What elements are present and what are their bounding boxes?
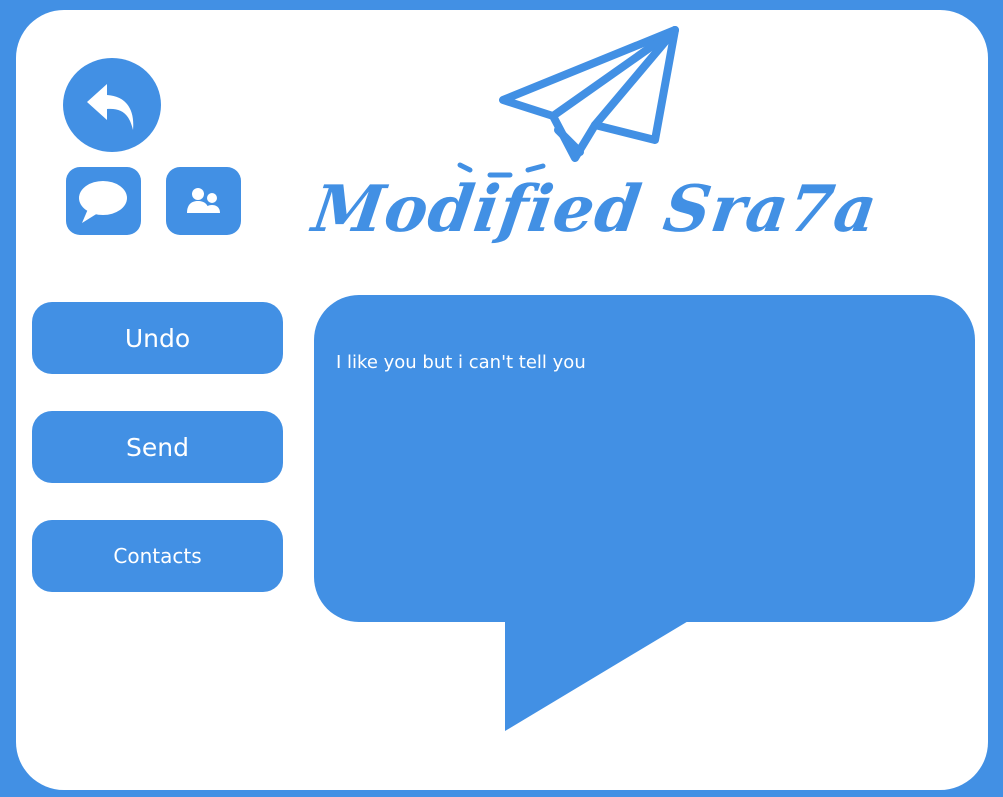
messages-button[interactable] [66, 167, 141, 235]
contacts-icon-button[interactable] [166, 167, 241, 235]
app-title: Modified Sra7a [308, 172, 883, 247]
message-input[interactable]: I like you but i can't tell you [322, 340, 952, 600]
chat-bubble-icon [79, 181, 127, 223]
contacts-button[interactable]: Contacts [32, 520, 283, 592]
back-button[interactable] [63, 58, 161, 152]
reply-arrow-icon [87, 84, 134, 130]
undo-button[interactable]: Undo [32, 302, 283, 374]
send-button[interactable]: Send [32, 411, 283, 483]
people-icon [187, 188, 220, 213]
